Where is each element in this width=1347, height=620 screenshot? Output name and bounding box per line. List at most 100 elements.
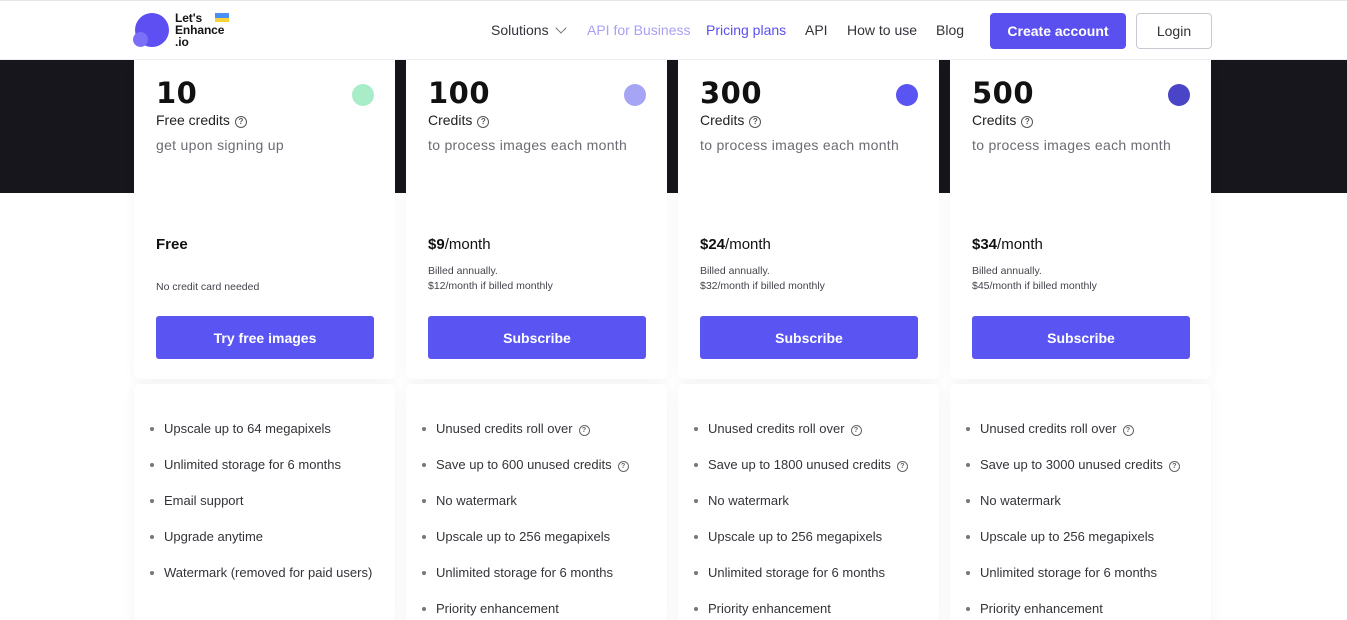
plan-features-list: Unused credits roll over? Save up to 3000… <box>966 420 1206 620</box>
plan-features-card-300: Unused credits roll over? Save up to 1800… <box>678 384 939 620</box>
feature-list-item: Watermark (removed for paid users) <box>150 564 390 582</box>
subscribe-button[interactable]: Subscribe <box>972 316 1190 359</box>
plan-credits-label: Credits? <box>428 112 490 129</box>
plan-billing-line-2: $12/month if billed monthly <box>428 280 553 292</box>
plan-price-value: $9 <box>428 236 445 253</box>
plan-features-list: Unused credits roll over? Save up to 600 … <box>422 420 662 620</box>
feature-text: No watermark <box>708 493 789 508</box>
feature-list-item: Upgrade anytime <box>150 528 390 546</box>
help-icon[interactable]: ? <box>1168 461 1180 472</box>
nav-pricing-plans[interactable]: Pricing plans <box>706 22 786 38</box>
plan-credits-label: Credits? <box>700 112 762 129</box>
plan-billing-line-1: Billed annually. <box>700 265 770 277</box>
plan-color-dot-icon <box>896 84 918 106</box>
plan-credits-label-text: Credits <box>700 112 745 128</box>
feature-list-item: Unlimited storage for 6 months <box>694 564 934 582</box>
plan-color-dot-icon <box>1168 84 1190 106</box>
feature-text: Priority enhancement <box>980 601 1103 616</box>
subscribe-button[interactable]: Subscribe <box>428 316 646 359</box>
help-icon[interactable]: ? <box>578 425 590 436</box>
feature-text: Priority enhancement <box>436 601 559 616</box>
logo[interactable]: Let's Enhance .io <box>133 11 243 51</box>
plan-credits-label-text: Credits <box>428 112 473 128</box>
feature-list-item: Save up to 1800 unused credits? <box>694 456 934 474</box>
feature-list-item: Save up to 600 unused credits? <box>422 456 662 474</box>
feature-text: Save up to 1800 unused credits <box>708 457 891 472</box>
plan-credits-label: Free credits? <box>156 112 247 129</box>
feature-text: Unlimited storage for 6 months <box>980 565 1158 580</box>
plan-price-value: $34 <box>972 236 998 253</box>
plan-price-value: $24 <box>700 236 726 253</box>
help-icon[interactable]: ? <box>477 116 490 128</box>
feature-list-item: Unlimited storage for 6 months <box>966 564 1206 582</box>
feature-list-item: Priority enhancement <box>966 600 1206 618</box>
help-icon[interactable]: ? <box>1021 116 1034 128</box>
plan-price-value: Free <box>156 236 188 253</box>
nav-solutions-label: Solutions <box>491 22 549 38</box>
nav-blog[interactable]: Blog <box>936 22 964 38</box>
nav-api-for-business[interactable]: API for Business <box>587 22 691 38</box>
feature-text: Unlimited storage for 6 months <box>436 565 614 580</box>
plan-billing-info: No credit card needed <box>156 280 259 295</box>
logo-line-3: .io <box>175 35 189 49</box>
logo-small-circle-icon <box>133 32 148 47</box>
feature-list-item: Unused credits roll over? <box>422 420 662 438</box>
feature-list-item: No watermark <box>422 492 662 510</box>
feature-text: Unused credits roll over <box>980 421 1117 436</box>
plan-price: $24/month <box>700 236 771 253</box>
feature-list-item: No watermark <box>966 492 1206 510</box>
feature-list-item: Upscale up to 256 megapixels <box>966 528 1206 546</box>
ukraine-flag-icon <box>215 13 229 22</box>
plan-card-300: 300 Credits? to process images each mont… <box>678 59 939 379</box>
plan-credits-amount: 300 <box>700 76 763 110</box>
plan-description: to process images each month <box>972 137 1172 153</box>
feature-text: Upscale up to 64 megapixels <box>164 421 331 436</box>
nav-api[interactable]: API <box>805 22 828 38</box>
chevron-down-icon <box>554 22 567 34</box>
plan-price: $9/month <box>428 236 491 253</box>
plan-credits-label: Credits? <box>972 112 1034 129</box>
plan-price: $34/month <box>972 236 1043 253</box>
feature-list-item: Unused credits roll over? <box>694 420 934 438</box>
login-button[interactable]: Login <box>1136 13 1212 49</box>
feature-text: No watermark <box>980 493 1061 508</box>
feature-list-item: Unlimited storage for 6 months <box>422 564 662 582</box>
plan-description: get upon signing up <box>156 137 284 153</box>
help-icon[interactable]: ? <box>850 425 862 436</box>
feature-list-item: Priority enhancement <box>694 600 934 618</box>
feature-list-item: Save up to 3000 unused credits? <box>966 456 1206 474</box>
feature-text: Save up to 3000 unused credits <box>980 457 1163 472</box>
help-icon[interactable]: ? <box>234 116 247 128</box>
help-icon[interactable]: ? <box>617 461 629 472</box>
plan-price-period: /month <box>725 236 771 253</box>
nav-how-to-use[interactable]: How to use <box>847 22 917 38</box>
feature-text: Upscale up to 256 megapixels <box>980 529 1155 544</box>
plan-description: to process images each month <box>428 137 628 153</box>
feature-list-item: Email support <box>150 492 390 510</box>
try-free-images-button[interactable]: Try free images <box>156 316 374 359</box>
feature-text: Unlimited storage for 6 months <box>708 565 886 580</box>
feature-text: Upgrade anytime <box>164 529 263 544</box>
create-account-button[interactable]: Create account <box>990 13 1126 49</box>
plan-credits-label-text: Credits <box>972 112 1017 128</box>
plan-features-card-100: Unused credits roll over? Save up to 600 … <box>406 384 667 620</box>
plan-billing-info: Billed annually. $32/month if billed mont… <box>700 264 825 294</box>
plan-billing-info: Billed annually. $12/month if billed mont… <box>428 264 553 294</box>
feature-list-item: Upscale up to 64 megapixels <box>150 420 390 438</box>
plan-billing-line-1: Billed annually. <box>972 265 1042 277</box>
help-icon[interactable]: ? <box>1122 425 1134 436</box>
plan-features-card-10: Upscale up to 64 megapixels Unlimited sto… <box>134 384 395 620</box>
feature-list-item: Priority enhancement <box>422 600 662 618</box>
help-icon[interactable]: ? <box>896 461 908 472</box>
subscribe-button[interactable]: Subscribe <box>700 316 918 359</box>
feature-text: Email support <box>164 493 244 508</box>
plan-card-500: 500 Credits? to process images each mont… <box>950 59 1211 379</box>
plan-card-100: 100 Credits? to process images each mont… <box>406 59 667 379</box>
nav-solutions[interactable]: Solutions <box>491 22 567 38</box>
plan-description: to process images each month <box>700 137 900 153</box>
plan-credits-amount: 100 <box>428 76 491 110</box>
feature-text: Unused credits roll over <box>708 421 845 436</box>
help-icon[interactable]: ? <box>749 116 762 128</box>
feature-text: Watermark (removed for paid users) <box>164 565 373 580</box>
feature-list-item: Upscale up to 256 megapixels <box>694 528 934 546</box>
